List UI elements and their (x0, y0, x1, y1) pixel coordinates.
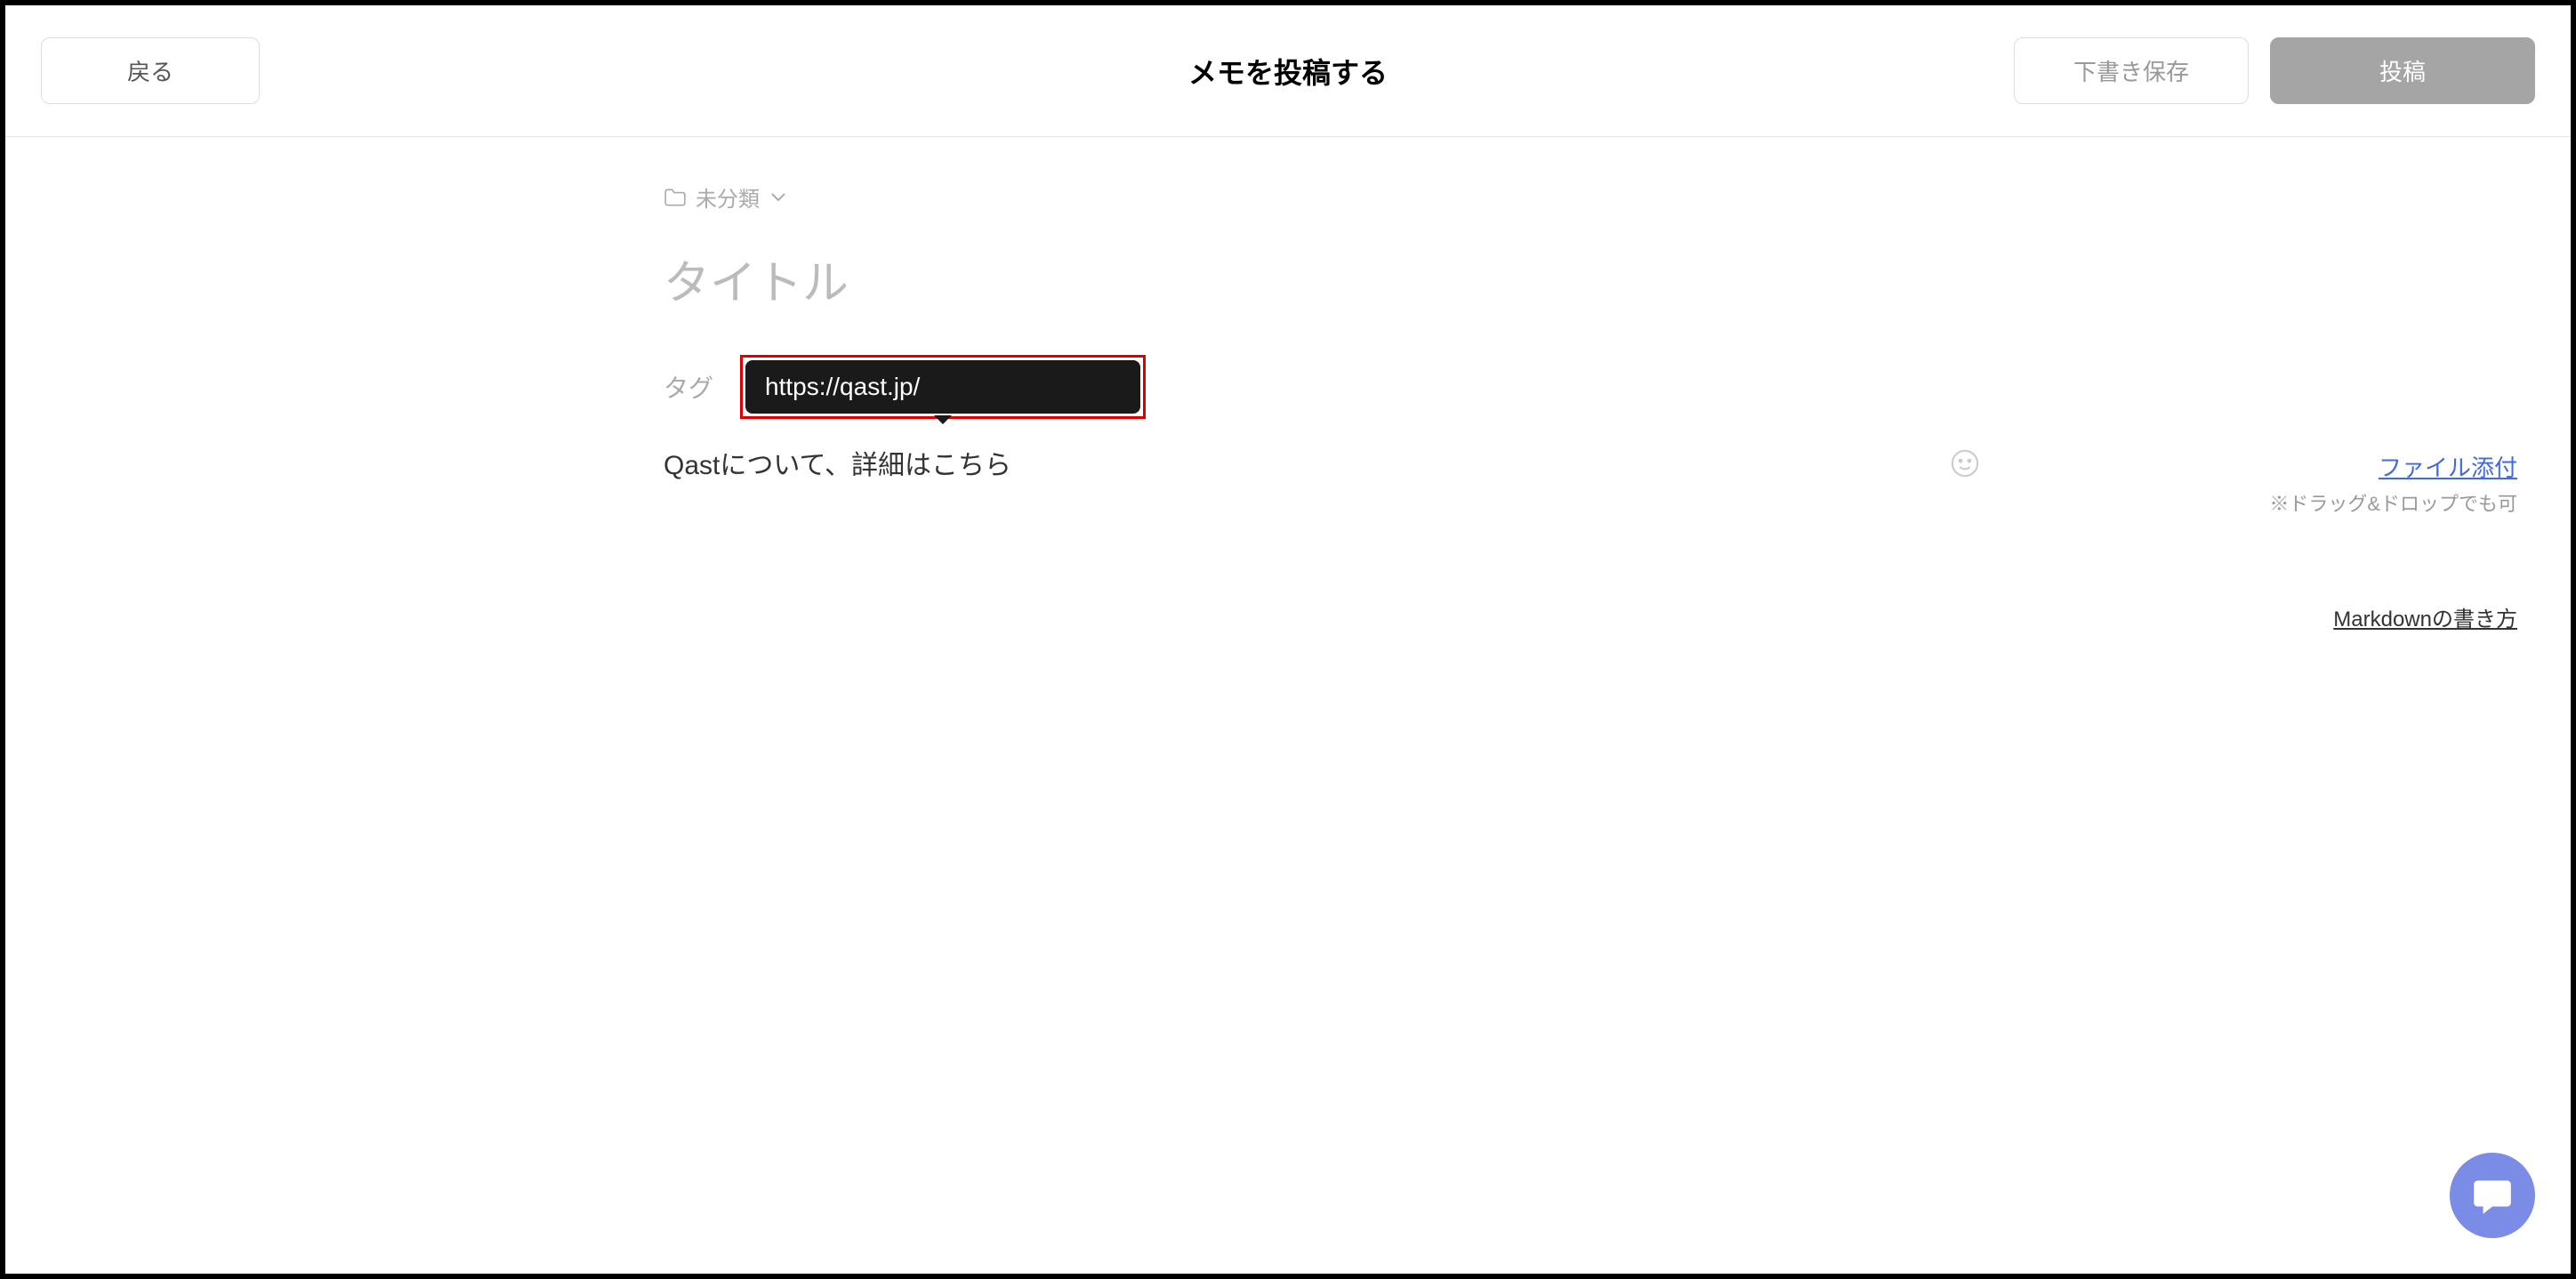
chat-widget-button[interactable] (2450, 1153, 2535, 1238)
post-button[interactable]: 投稿 (2270, 37, 2535, 104)
url-popup-highlight (740, 355, 1146, 419)
chevron-down-icon (770, 192, 786, 202)
editor-content[interactable]: Qastについて、詳細はこちら (664, 443, 1011, 482)
content-area: 未分類 タグ Qastについて、詳細はこちら (664, 137, 1980, 482)
file-attach-link[interactable]: ファイル添付 (2379, 454, 2517, 481)
folder-selector[interactable]: 未分類 (664, 181, 1980, 213)
url-input[interactable] (765, 373, 1121, 401)
right-sidebar: ファイル添付 ※ドラッグ&ドロップでも可 Markdownの書き方 (2269, 450, 2517, 632)
header-left: 戻る (41, 37, 260, 104)
tag-label: タグ (664, 369, 713, 405)
folder-label: 未分類 (696, 181, 760, 213)
drag-drop-hint: ※ドラッグ&ドロップでも可 (2269, 488, 2517, 517)
editor-row: Qastについて、詳細はこちら (664, 432, 1980, 482)
chat-icon (2470, 1173, 2515, 1218)
header-right: 下書き保存 投稿 (2014, 37, 2535, 104)
save-draft-button[interactable]: 下書き保存 (2014, 37, 2249, 104)
url-popup (745, 360, 1140, 414)
title-input[interactable] (664, 257, 1980, 310)
page-title: メモを投稿する (1188, 51, 1388, 92)
header: 戻る メモを投稿する 下書き保存 投稿 (5, 5, 2571, 137)
tag-row: タグ (664, 355, 1980, 419)
folder-icon (664, 188, 687, 207)
back-button[interactable]: 戻る (41, 37, 260, 104)
markdown-help-link[interactable]: Markdownの書き方 (2269, 601, 2517, 632)
emoji-icon[interactable] (1950, 448, 1980, 479)
